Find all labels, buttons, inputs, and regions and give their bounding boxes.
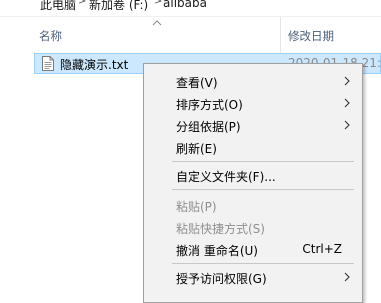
menu-item-sort-by[interactable]: 排序方式(O) — [144, 92, 362, 114]
menu-item-group-by[interactable]: 分组依据(P) — [144, 114, 362, 136]
breadcrumb: 此电脑 > 新加卷 (F:) > alibaba — [0, 0, 381, 17]
menu-separator — [172, 161, 354, 162]
column-name-header[interactable]: 名称 — [39, 28, 62, 44]
sort-ascending-icon — [152, 20, 162, 26]
breadcrumb-separator-2: > — [154, 0, 163, 7]
text-file-icon — [42, 56, 54, 71]
menu-item-sort-by-label: 排序方式(O) — [176, 98, 243, 112]
menu-item-grant-access-label: 授予访问权限(G) — [176, 272, 267, 286]
breadcrumb-alibaba[interactable]: alibaba — [163, 0, 207, 10]
menu-item-customize-folder[interactable]: 自定义文件夹(F)... — [144, 164, 362, 186]
menu-item-group-by-label: 分组依据(P) — [176, 120, 241, 134]
menu-item-paste-shortcut: 粘贴快捷方式(S) — [144, 216, 362, 238]
menu-item-view-label: 查看(V) — [176, 76, 218, 90]
menu-item-paste: 粘贴(P) — [144, 194, 362, 216]
menu-item-grant-access[interactable]: 授予访问权限(G) — [144, 266, 362, 288]
menu-separator — [172, 189, 354, 190]
menu-item-undo-rename-label: 撤消 重命名(U) — [176, 244, 258, 258]
breadcrumb-drive-f[interactable]: 新加卷 (F:) — [89, 0, 148, 13]
breadcrumb-separator-1: > — [78, 0, 87, 7]
column-header: 名称 修改日期 — [0, 17, 381, 53]
column-date-header[interactable]: 修改日期 — [288, 28, 334, 44]
submenu-arrow-icon — [344, 76, 350, 86]
menu-item-customize-folder-label: 自定义文件夹(F)... — [176, 170, 276, 184]
menu-item-undo-rename-shortcut: Ctrl+Z — [302, 242, 342, 256]
file-name[interactable]: 隐藏演示.txt — [60, 56, 128, 73]
menu-item-refresh-label: 刷新(E) — [176, 142, 217, 156]
breadcrumb-this-pc[interactable]: 此电脑 — [40, 0, 76, 13]
context-menu: 查看(V) 排序方式(O) 分组依据(P) 刷新(E) 自定义文件夹(F)...… — [143, 63, 363, 303]
menu-item-paste-label: 粘贴(P) — [176, 200, 217, 214]
submenu-arrow-icon — [344, 120, 350, 130]
menu-separator — [172, 263, 354, 264]
menu-item-undo-rename[interactable]: 撤消 重命名(U) Ctrl+Z — [144, 238, 362, 260]
submenu-arrow-icon — [344, 98, 350, 108]
menu-item-refresh[interactable]: 刷新(E) — [144, 136, 362, 158]
submenu-arrow-icon — [344, 272, 350, 282]
menu-item-view[interactable]: 查看(V) — [144, 70, 362, 92]
column-divider[interactable] — [280, 17, 281, 53]
menu-item-paste-shortcut-label: 粘贴快捷方式(S) — [176, 222, 265, 236]
